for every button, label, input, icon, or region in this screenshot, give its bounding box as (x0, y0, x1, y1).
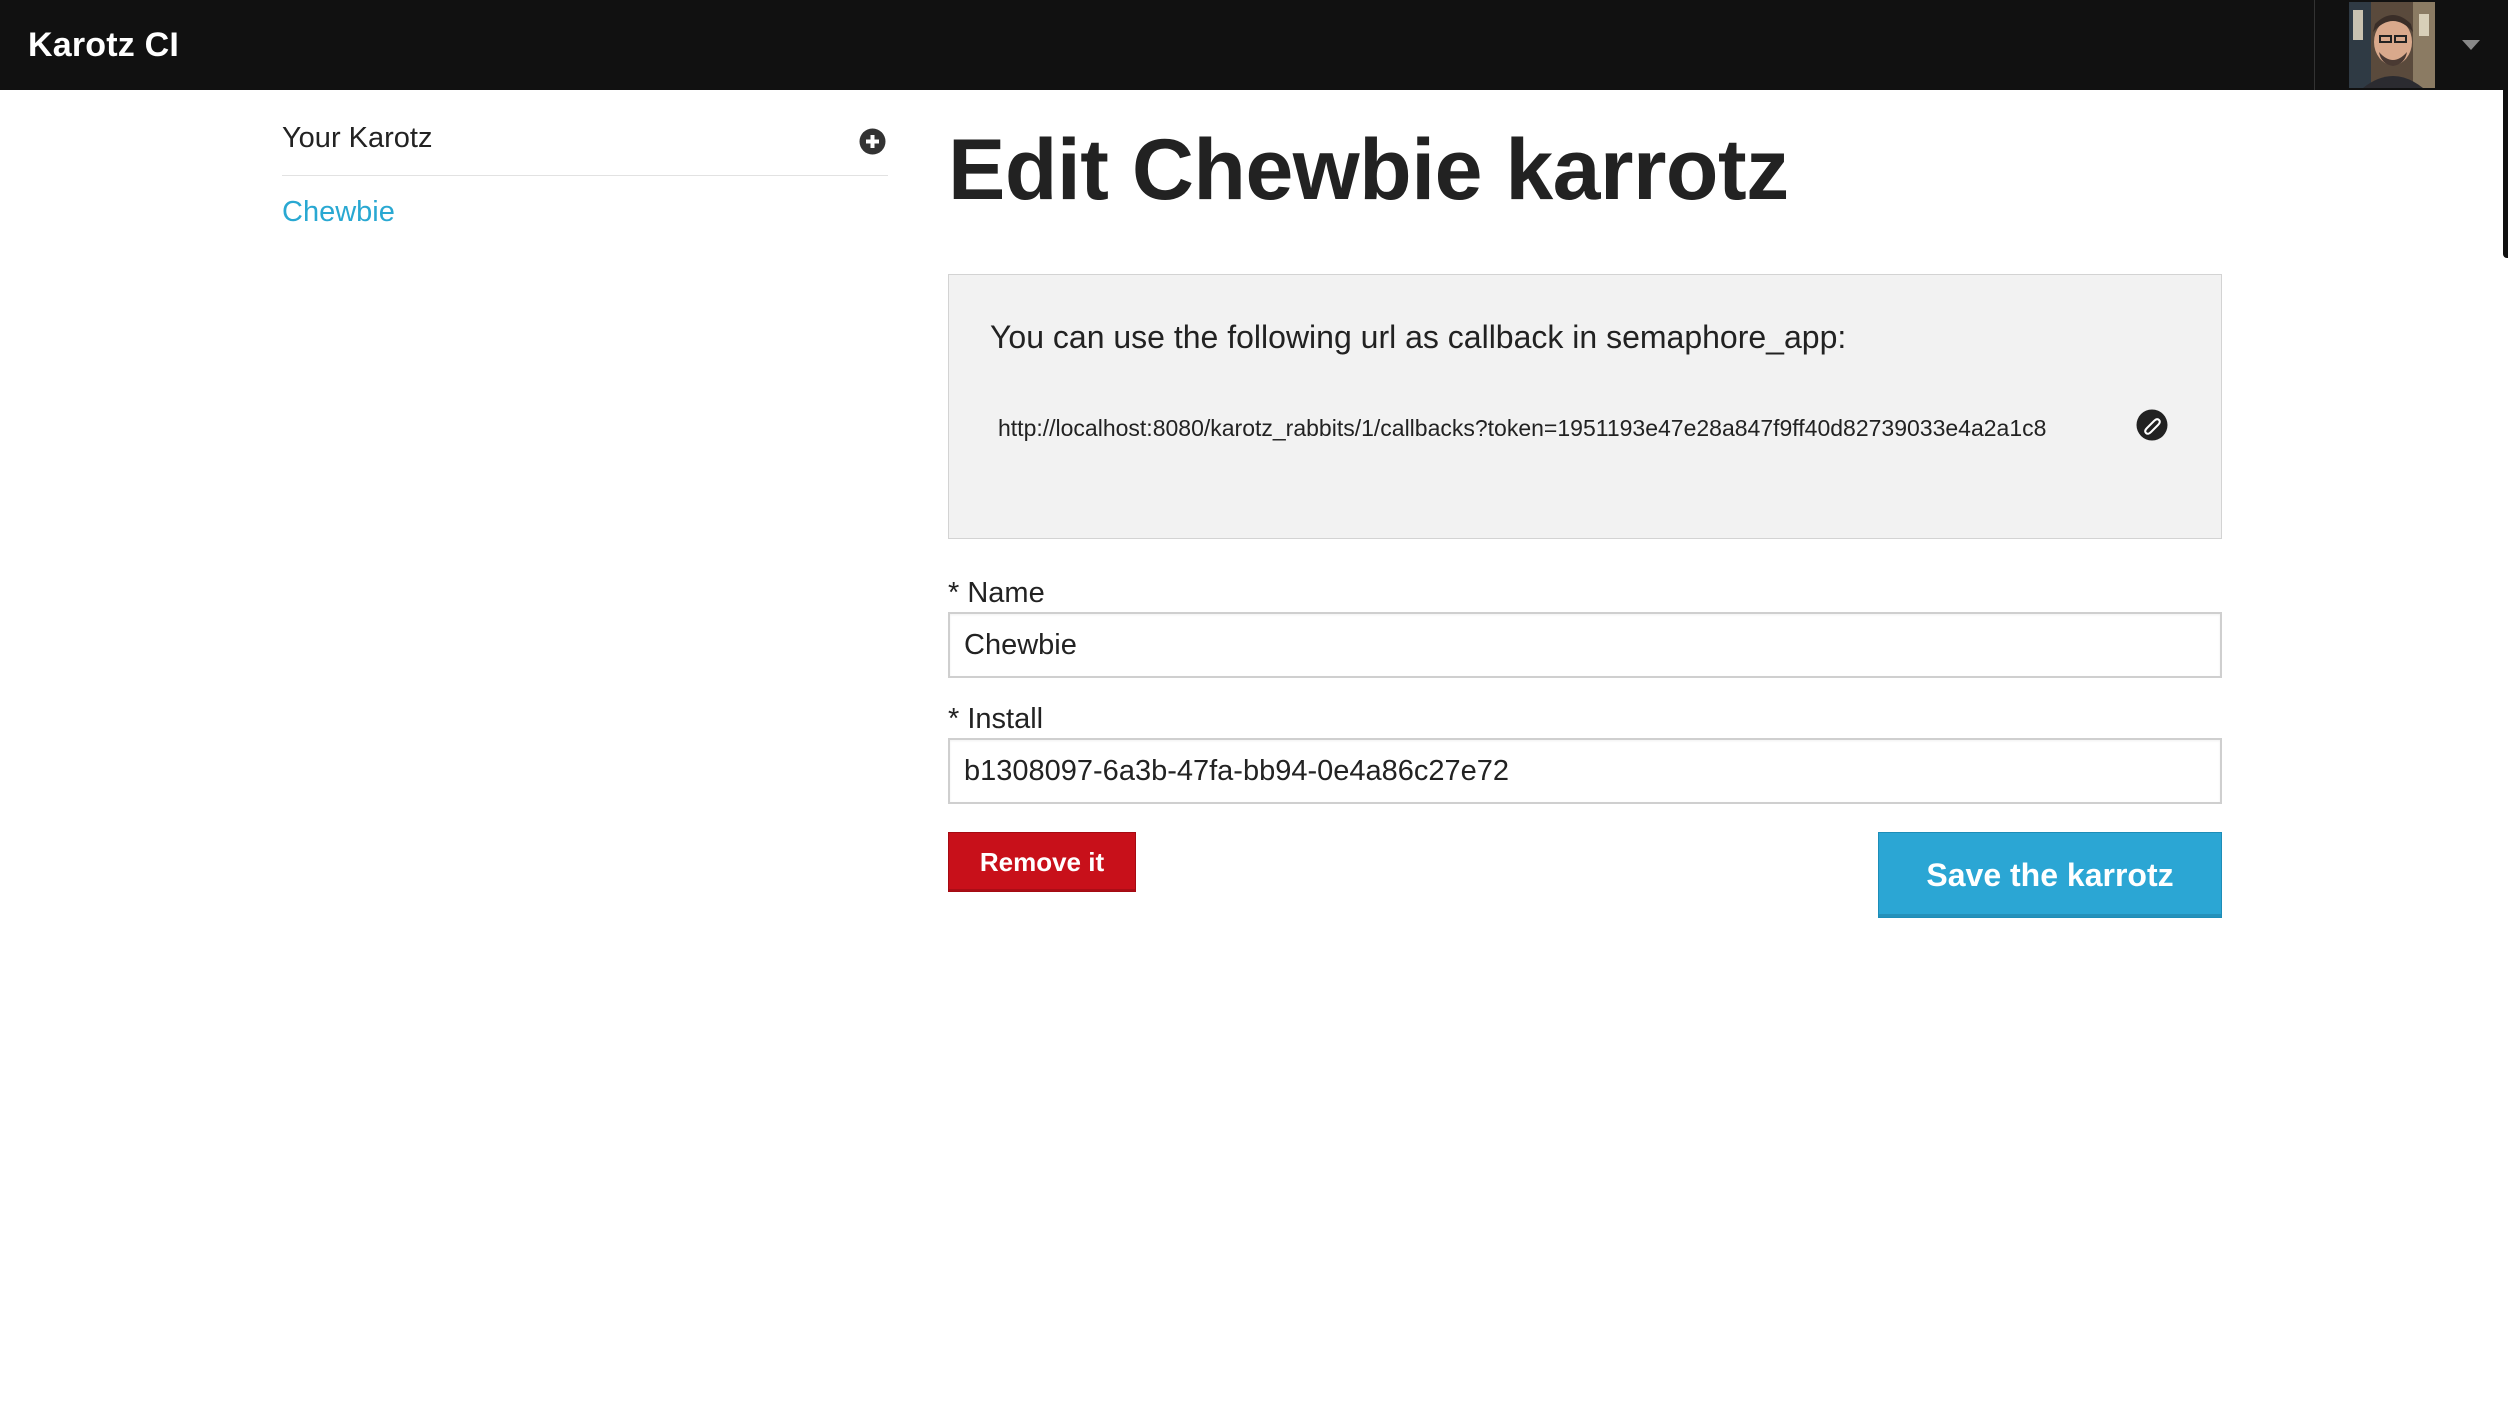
name-label: * Name (948, 577, 1045, 609)
sidebar-item-chewbie[interactable]: Chewbie (282, 196, 888, 229)
callout-text: You can use the following url as callbac… (990, 319, 1847, 355)
save-button[interactable]: Save the karrotz (1878, 832, 2222, 918)
callback-url[interactable]: http://localhost:8080/karotz_rabbits/1/c… (998, 415, 2046, 442)
top-navbar: Karotz CI (0, 0, 2508, 90)
callback-callout: You can use the following url as callbac… (948, 274, 2222, 539)
window-edge-shadow (2503, 90, 2508, 258)
install-label: * Install (948, 703, 1044, 735)
sidebar-header: Your Karotz (282, 110, 888, 176)
sidebar: Your Karotz Chewbie (282, 110, 888, 229)
main-content: Edit Chewbie karrotz You can use the fol… (948, 118, 2222, 918)
install-input[interactable] (948, 738, 2222, 804)
sidebar-title: Your Karotz (282, 122, 433, 154)
chevron-down-icon[interactable] (2462, 40, 2480, 50)
brand-title[interactable]: Karotz CI (28, 0, 179, 90)
user-menu[interactable] (2314, 0, 2508, 90)
name-input[interactable] (948, 612, 2222, 678)
plus-circle-icon[interactable] (859, 128, 886, 155)
page-title: Edit Chewbie karrotz (948, 122, 1789, 218)
paperclip-icon[interactable] (2136, 409, 2168, 441)
remove-button[interactable]: Remove it (948, 832, 1136, 892)
user-avatar[interactable] (2349, 2, 2435, 88)
